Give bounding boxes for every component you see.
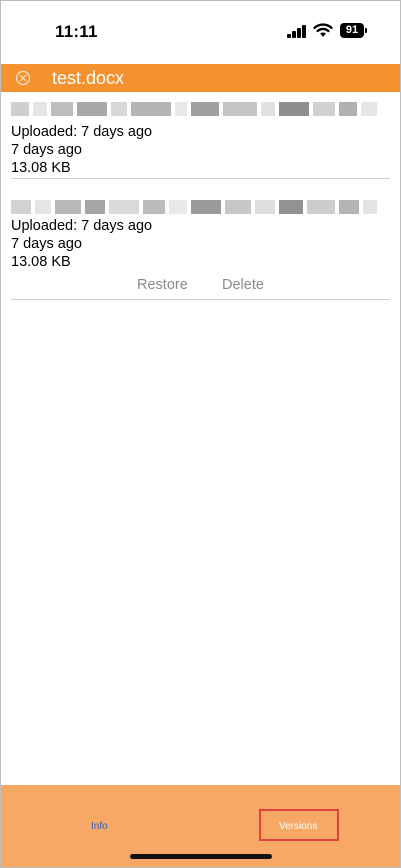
file-size: 13.08 KB <box>11 160 71 176</box>
delete-button[interactable]: Delete <box>222 277 264 293</box>
divider <box>11 299 390 300</box>
modified-time: 7 days ago <box>11 236 82 252</box>
restore-button[interactable]: Restore <box>137 277 188 293</box>
close-icon[interactable] <box>15 70 31 86</box>
version-item[interactable]: Uploaded: 7 days ago 7 days ago 13.08 KB… <box>11 200 390 300</box>
tab-versions[interactable]: Versions <box>279 821 317 832</box>
divider <box>11 178 390 179</box>
redacted-version-name <box>11 200 390 214</box>
cellular-signal-icon <box>287 25 307 38</box>
file-size: 13.08 KB <box>11 254 71 270</box>
battery-tip <box>365 28 367 33</box>
battery-indicator: 91 <box>340 23 364 38</box>
app-window: 11:11 91 test.docx Uploaded: 7 days ago … <box>0 0 401 868</box>
clock: 11:11 <box>55 22 98 41</box>
status-bar: 11:11 91 <box>1 1 400 63</box>
redacted-version-name <box>11 102 390 116</box>
uploaded-time: Uploaded: 7 days ago <box>11 218 153 234</box>
file-title: test.docx <box>52 68 125 88</box>
modified-time: 7 days ago <box>11 142 82 158</box>
tab-info[interactable]: Info <box>91 821 108 832</box>
version-actions: Restore Delete <box>11 277 390 299</box>
wifi-icon <box>313 23 333 37</box>
file-header: test.docx <box>1 64 400 92</box>
home-indicator[interactable] <box>130 854 272 859</box>
version-item[interactable]: Uploaded: 7 days ago 7 days ago 13.08 KB <box>11 102 390 179</box>
uploaded-time: Uploaded: 7 days ago <box>11 124 153 140</box>
